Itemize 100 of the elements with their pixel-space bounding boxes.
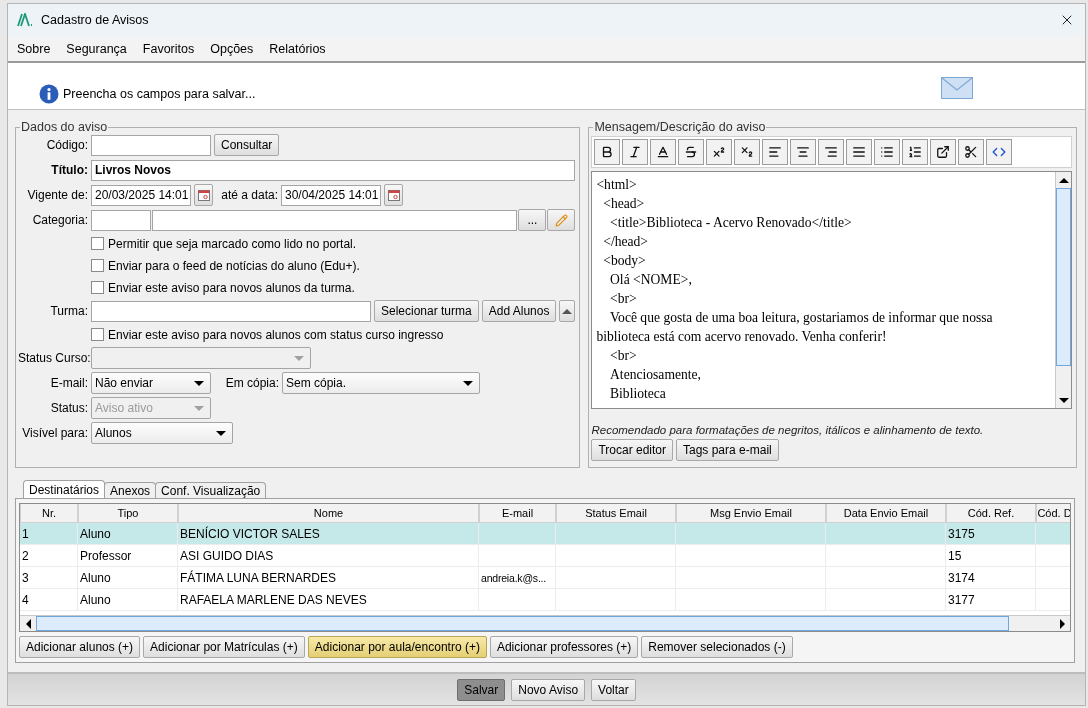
toolbar-button[interactable] bbox=[986, 139, 1013, 165]
toolbar-button[interactable] bbox=[874, 139, 901, 165]
checkbox-label: Enviar para o feed de notícias do aluno (Edu+). bbox=[108, 258, 360, 273]
column-header[interactable]: Nr. bbox=[20, 504, 78, 523]
field-label: Status: bbox=[49, 401, 88, 415]
toolbar-button[interactable] bbox=[650, 139, 677, 165]
dropdown-arrow-icon bbox=[463, 379, 473, 387]
add-button[interactable]: Remover selecionados (-) bbox=[641, 636, 793, 658]
toolbar-button[interactable] bbox=[958, 139, 985, 165]
category-code-field[interactable] bbox=[91, 209, 151, 231]
add-button[interactable]: Adicionar alunos (+) bbox=[19, 636, 141, 658]
column-header[interactable]: Nome bbox=[178, 504, 479, 523]
tab[interactable]: Conf. Visualização bbox=[155, 482, 267, 498]
calendar-button[interactable] bbox=[194, 184, 213, 206]
consult-button[interactable]: Consultar bbox=[214, 134, 280, 156]
toolbar-button[interactable] bbox=[594, 139, 621, 165]
class-field[interactable] bbox=[91, 300, 371, 322]
info-icon bbox=[39, 84, 59, 104]
code-line: <title>Biblioteca - Acervo Renovado</title> bbox=[609, 214, 853, 232]
code-line: <br> bbox=[609, 347, 638, 365]
add-button[interactable]: Adicionar por Matrículas (+) bbox=[143, 636, 305, 658]
column-header[interactable]: E-mail bbox=[479, 504, 556, 523]
down-arrow-icon bbox=[1058, 396, 1069, 404]
code-line: <html> bbox=[596, 176, 638, 194]
column-header[interactable]: Data Envio Email bbox=[826, 504, 946, 523]
dropdown-arrow-icon bbox=[194, 379, 204, 387]
checkbox[interactable] bbox=[91, 259, 104, 272]
vertical-scrollbar[interactable] bbox=[1055, 172, 1071, 408]
field-label: Em cópia: bbox=[224, 376, 279, 390]
toolbar-button[interactable] bbox=[622, 139, 649, 165]
toolbar-button[interactable] bbox=[818, 139, 845, 165]
dropdown[interactable]: Sem cópia. bbox=[282, 372, 480, 394]
table-cell: FÁTIMA LUNA BERNARDES bbox=[178, 567, 479, 589]
checkbox-label: Permitir que seja marcado como lido no portal. bbox=[108, 236, 357, 251]
column-header[interactable]: Status Email bbox=[556, 504, 676, 523]
class-button[interactable]: Add Alunos bbox=[481, 300, 557, 322]
add-button[interactable]: Adicionar professores (+) bbox=[489, 636, 639, 658]
toolbar-button[interactable] bbox=[846, 139, 873, 165]
column-header[interactable]: Cód. Ref. bbox=[946, 504, 1036, 523]
scroll-up-button[interactable] bbox=[559, 300, 576, 322]
date-field[interactable]: 20/03/2025 14:01 bbox=[91, 184, 191, 206]
toolbar-button[interactable] bbox=[902, 139, 929, 165]
bullet-list-icon bbox=[880, 145, 895, 159]
envelope-icon bbox=[941, 77, 973, 99]
code-line: Atenciosamente, bbox=[609, 366, 702, 384]
footer-button[interactable]: Novo Aviso bbox=[511, 678, 586, 701]
date-field[interactable]: 30/04/2025 14:01 bbox=[281, 184, 381, 206]
dropdown-arrow-icon bbox=[294, 354, 304, 362]
subscript-icon bbox=[740, 145, 755, 159]
menu-item[interactable]: Sobre bbox=[17, 41, 51, 56]
toolbar-button[interactable] bbox=[790, 139, 817, 165]
column-header[interactable]: Tipo bbox=[78, 504, 178, 523]
editor-button[interactable]: Trocar editor bbox=[591, 439, 673, 461]
table-cell: 3175 bbox=[946, 523, 1036, 545]
checkbox[interactable] bbox=[91, 328, 104, 341]
checkbox[interactable] bbox=[91, 281, 104, 294]
category-name-field[interactable] bbox=[152, 209, 518, 231]
menu-item[interactable]: Segurança bbox=[66, 41, 127, 56]
horizontal-scrollbar[interactable] bbox=[20, 615, 1070, 631]
code-line: Olá <NOME>, bbox=[609, 271, 693, 289]
field-label: Status Curso: bbox=[18, 351, 88, 365]
toolbar-button[interactable] bbox=[762, 139, 789, 165]
table-cell: RAFAELA MARLENE DAS NEVES bbox=[178, 589, 479, 611]
toolbar-button[interactable] bbox=[734, 139, 761, 165]
align-left-icon bbox=[768, 145, 783, 159]
checkbox[interactable] bbox=[91, 237, 104, 250]
toolbar-button[interactable] bbox=[678, 139, 705, 165]
toolbar-button[interactable] bbox=[706, 139, 733, 165]
up-arrow-icon bbox=[1058, 176, 1069, 184]
browse-button[interactable]: ... bbox=[518, 209, 547, 231]
menu-item[interactable]: Opções bbox=[210, 41, 254, 56]
menu-item[interactable]: Relatórios bbox=[269, 41, 326, 56]
title-field[interactable]: Livros Novos bbox=[91, 159, 576, 181]
code-field[interactable] bbox=[91, 134, 211, 156]
class-button[interactable]: Selecionar turma bbox=[374, 300, 479, 322]
group-title: Mensagem/Descrição do aviso bbox=[593, 120, 767, 134]
menu-item[interactable]: Favoritos bbox=[142, 41, 195, 56]
table-cell: Professor bbox=[78, 545, 178, 567]
add-button[interactable]: Adicionar por aula/encontro (+) bbox=[307, 636, 487, 658]
footer-button[interactable]: Salvar bbox=[457, 678, 506, 701]
toolbar-button[interactable] bbox=[930, 139, 957, 165]
dropdown-arrow-icon bbox=[194, 404, 204, 412]
tab[interactable]: Anexos bbox=[104, 482, 157, 498]
code-line: Biblioteca bbox=[609, 385, 667, 403]
dropdown-arrow-icon bbox=[216, 429, 226, 437]
info-message: Preencha os campos para salvar... bbox=[63, 87, 256, 103]
italic-icon bbox=[628, 145, 643, 159]
tab[interactable]: Destinatários bbox=[23, 480, 106, 498]
dropdown[interactable]: Alunos bbox=[91, 422, 233, 444]
footer-button[interactable]: Voltar bbox=[591, 678, 636, 701]
pencil-icon bbox=[554, 213, 568, 227]
field-label: Visível para: bbox=[21, 426, 88, 440]
column-header[interactable]: Msg Envio Email bbox=[676, 504, 826, 523]
table-cell: ASI GUIDO DIAS bbox=[178, 545, 479, 567]
right-arrow-icon bbox=[1058, 619, 1066, 629]
calendar-button[interactable] bbox=[384, 184, 403, 206]
dropdown[interactable]: Não enviar bbox=[91, 372, 211, 394]
editor-button[interactable]: Tags para e-mail bbox=[676, 439, 779, 461]
field-label: E-mail: bbox=[49, 376, 88, 390]
table-cell: Aluno bbox=[78, 589, 178, 611]
